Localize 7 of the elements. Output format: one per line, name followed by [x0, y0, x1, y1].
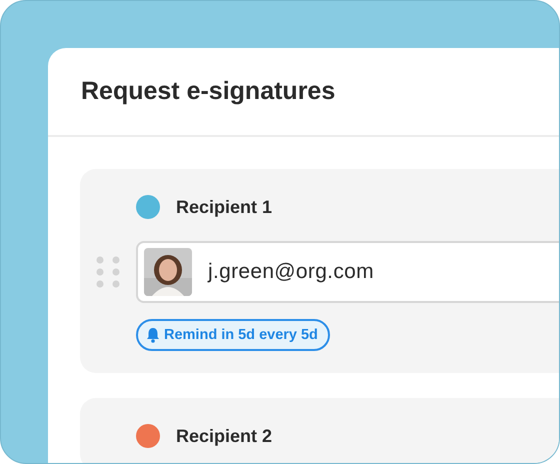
email-field[interactable]: j.green@org.com	[136, 241, 559, 303]
drag-handle-icon[interactable]	[96, 256, 120, 288]
recipient-label: Recipient 2	[176, 426, 272, 446]
bell-icon	[146, 327, 160, 343]
dialog-title: Request e-signatures	[81, 77, 336, 106]
recipient-label: Recipient 1	[176, 196, 272, 218]
email-text: j.green@org.com	[208, 260, 374, 284]
